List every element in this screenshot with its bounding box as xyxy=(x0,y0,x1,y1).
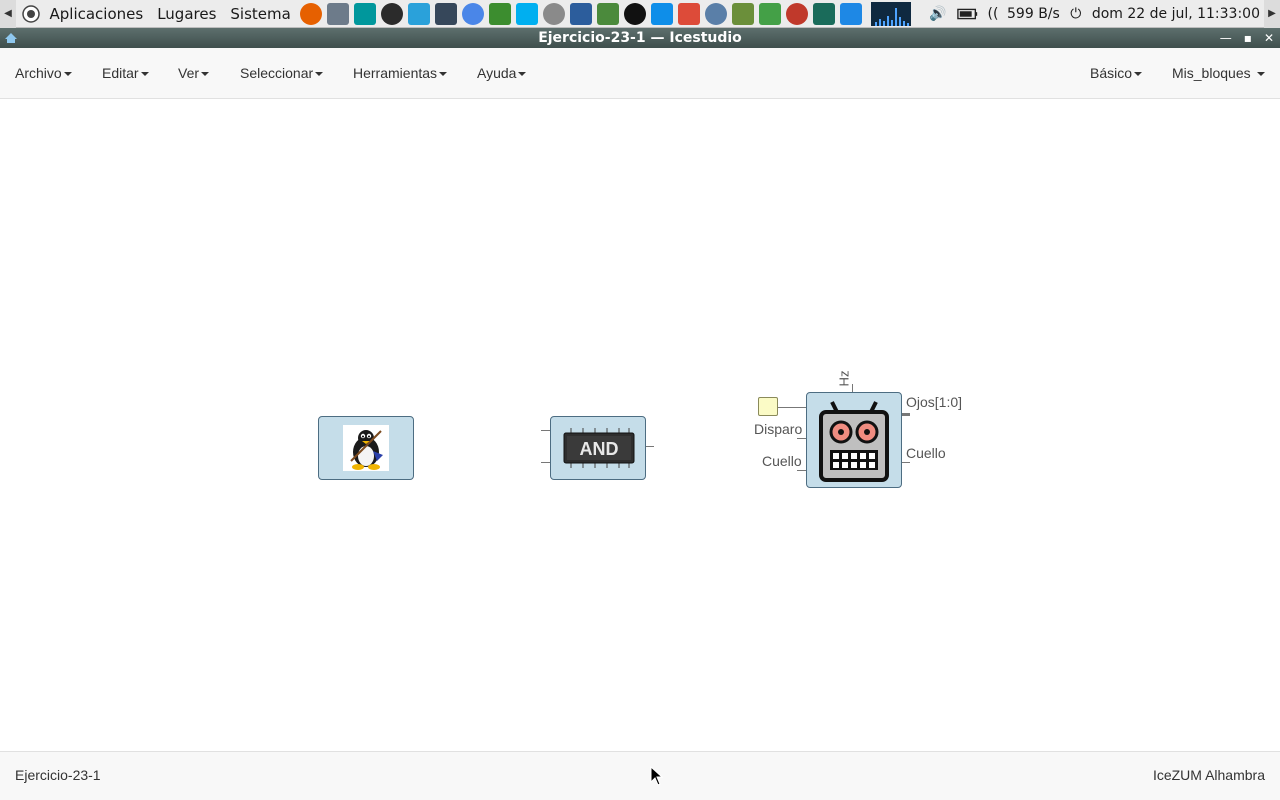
panel-scroll-left-button[interactable]: ◀ xyxy=(0,0,16,28)
file-manager-icon[interactable] xyxy=(327,2,350,25)
monitor-icon[interactable] xyxy=(435,2,458,25)
chrome-icon[interactable] xyxy=(678,2,701,25)
caret-down-icon xyxy=(140,72,149,77)
trigger-input-port[interactable] xyxy=(758,397,778,416)
input-label-disparo: Disparo xyxy=(754,421,803,437)
net-speed-text: 599 B/s xyxy=(1007,5,1060,22)
maximize-icon[interactable]: ▪ xyxy=(1244,31,1252,45)
and-gate-block[interactable]: AND xyxy=(550,416,646,480)
caret-down-icon xyxy=(439,72,448,77)
clock-text[interactable]: dom 22 de jul, 11:33:00 xyxy=(1088,6,1264,22)
caret-down-icon xyxy=(1256,72,1265,77)
network-icon[interactable] xyxy=(759,2,782,25)
robot-output-pin-cuello[interactable] xyxy=(901,462,910,463)
icestudio-app-icon xyxy=(5,33,17,43)
design-canvas[interactable]: AND Hz Disparo Cuello Ojos[1:0] Cuello xyxy=(0,99,1280,751)
arduino-icon[interactable] xyxy=(354,2,377,25)
mouse-cursor-icon xyxy=(650,766,664,786)
distro-logo-icon[interactable] xyxy=(22,4,40,23)
firefox-icon[interactable] xyxy=(300,2,323,25)
and-chip-label: AND xyxy=(580,439,619,459)
game-icon[interactable] xyxy=(732,2,755,25)
media-player-icon[interactable] xyxy=(624,2,647,25)
output-label-cuello: Cuello xyxy=(906,445,946,461)
skype-icon[interactable] xyxy=(516,2,539,25)
terminal-icon[interactable] xyxy=(381,2,404,25)
menu-editar[interactable]: Editar xyxy=(102,65,149,81)
power-icon[interactable]: ⏻ xyxy=(1068,5,1084,23)
tux-penguin-icon xyxy=(343,425,389,471)
menu-herramientas[interactable]: Herramientas xyxy=(353,65,448,81)
gitkraken-icon[interactable] xyxy=(813,2,836,25)
caret-down-icon xyxy=(315,72,324,77)
input-label-cuello: Cuello xyxy=(762,453,802,469)
system-top-panel: ◀ Aplicaciones Lugares Sistema 🔊 (( 599 … xyxy=(0,0,1280,28)
status-bar: Ejercicio-23-1 IceZUM Alhambra xyxy=(0,751,1280,800)
menu-basico[interactable]: Básico xyxy=(1090,65,1143,81)
virtualbox-icon[interactable] xyxy=(570,2,593,25)
menu-mis-bloques[interactable]: Mis_bloques xyxy=(1172,65,1265,81)
board-name-text[interactable]: IceZUM Alhambra xyxy=(1153,767,1265,783)
output-label-ojos: Ojos[1:0] xyxy=(906,394,963,410)
param-label-hz: Hz xyxy=(836,370,852,387)
panel-menu-aplicaciones[interactable]: Aplicaciones xyxy=(43,5,151,23)
spreadsheet-icon[interactable] xyxy=(597,2,620,25)
panel-menu-sistema[interactable]: Sistema xyxy=(223,5,297,23)
network-monitor-graph[interactable] xyxy=(871,1,912,26)
teamviewer-icon[interactable] xyxy=(651,2,674,25)
panel-scroll-right-button[interactable]: ▶ xyxy=(1264,0,1280,28)
project-name-text: Ejercicio-23-1 xyxy=(15,767,101,783)
caret-down-icon xyxy=(518,72,527,77)
and-output-pin[interactable] xyxy=(645,446,654,447)
menu-archivo[interactable]: Archivo xyxy=(15,65,72,81)
battery-icon[interactable] xyxy=(957,5,979,23)
menu-ver[interactable]: Ver xyxy=(178,65,210,81)
editor-icon[interactable] xyxy=(489,2,512,25)
wifi-icon[interactable]: (( xyxy=(987,5,999,23)
robot-block[interactable] xyxy=(806,392,902,488)
telegram-icon[interactable] xyxy=(408,2,431,25)
linux-tux-block[interactable] xyxy=(318,416,414,480)
caret-down-icon xyxy=(1134,72,1143,77)
calculator-icon[interactable] xyxy=(543,2,566,25)
window-titlebar[interactable]: Ejercicio-23-1 — Icestudio — ▪ ✕ xyxy=(0,28,1280,48)
caret-down-icon xyxy=(201,72,210,77)
fritzing-icon[interactable] xyxy=(786,2,809,25)
robot-face-icon xyxy=(819,401,889,482)
volume-icon[interactable]: 🔊 xyxy=(927,5,949,23)
caret-down-icon xyxy=(63,72,72,77)
robot-output-pin-ojos[interactable] xyxy=(901,413,910,416)
menu-seleccionar[interactable]: Seleccionar xyxy=(240,65,324,81)
close-icon[interactable]: ✕ xyxy=(1264,31,1274,45)
minimize-icon[interactable]: — xyxy=(1220,31,1232,45)
and-chip-icon: AND xyxy=(563,428,635,468)
trigger-wire xyxy=(778,407,806,408)
app-menubar: Archivo Editar Ver Seleccionar Herramien… xyxy=(0,48,1280,99)
panel-menu-lugares[interactable]: Lugares xyxy=(150,5,223,23)
codeblocks-icon[interactable] xyxy=(840,2,863,25)
chromium-icon[interactable] xyxy=(462,2,485,25)
window-title: Ejercicio-23-1 — Icestudio xyxy=(538,30,742,46)
maps-icon[interactable] xyxy=(705,2,728,25)
menu-ayuda[interactable]: Ayuda xyxy=(477,65,527,81)
